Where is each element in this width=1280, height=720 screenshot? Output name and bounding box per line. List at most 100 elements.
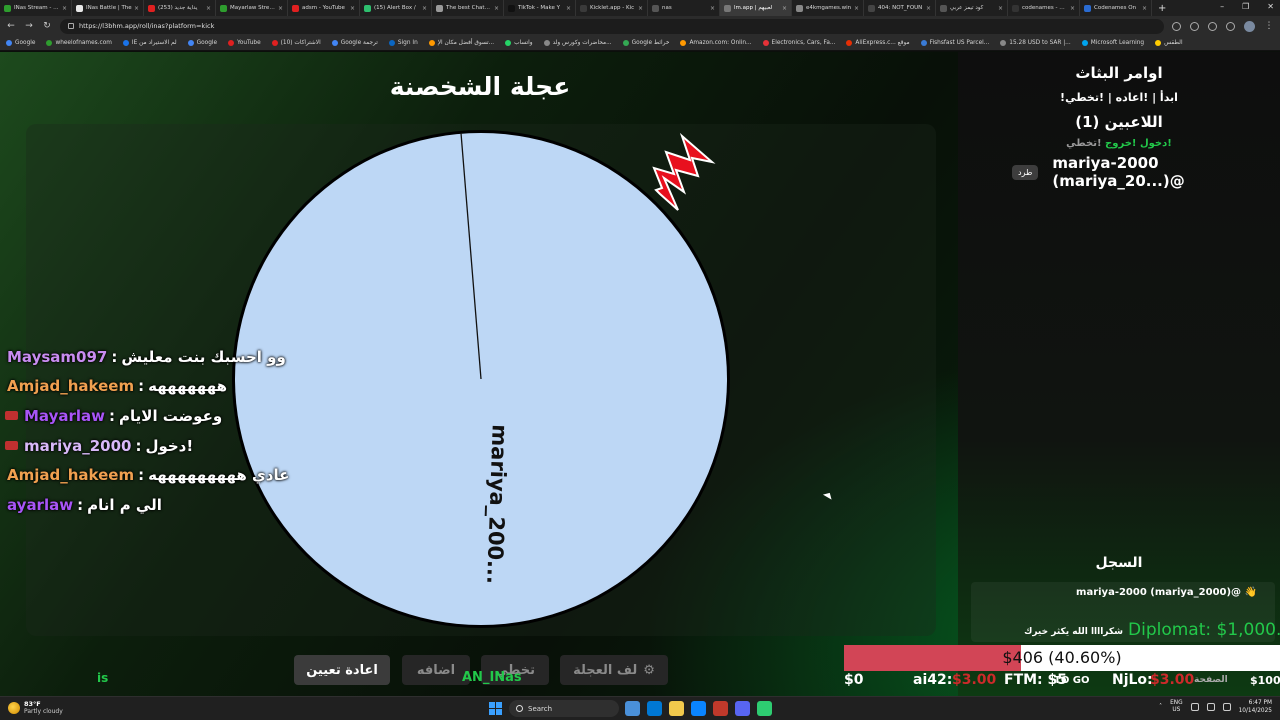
bookmark-favicon-icon xyxy=(187,40,194,46)
spin-button[interactable]: لف العجلة ⚙ xyxy=(560,655,668,685)
close-window-button[interactable]: ✕ xyxy=(1267,2,1274,11)
extensions-icon[interactable] xyxy=(1208,21,1217,31)
browser-tab[interactable]: Kicklet.app - Kic × xyxy=(576,0,648,16)
kick-button[interactable]: طرد xyxy=(1012,164,1039,180)
bookmark-favicon-icon xyxy=(46,40,53,46)
browser-tab[interactable]: Codenames On × xyxy=(1080,0,1152,16)
taskbar-app-icon[interactable] xyxy=(735,701,750,716)
input-language[interactable]: ENG US xyxy=(1170,700,1183,714)
bookmark-item[interactable]: Google xyxy=(6,40,35,46)
browser-tab[interactable]: كود تيمز عربي × xyxy=(936,0,1008,16)
bookmark-item[interactable]: Fishsfast US Parcel... xyxy=(920,40,989,46)
tab-close-icon[interactable]: × xyxy=(566,5,571,12)
profile-avatar[interactable] xyxy=(1244,20,1255,32)
add-button[interactable]: اضافه xyxy=(402,655,470,685)
taskbar-app-icon[interactable] xyxy=(647,701,662,716)
tab-close-icon[interactable]: × xyxy=(710,5,715,12)
bookmark-item[interactable]: IE لم الاستيراد من xyxy=(122,40,177,46)
taskbar-app-icon[interactable] xyxy=(713,701,728,716)
minimize-button[interactable]: – xyxy=(1220,2,1224,11)
bookmark-item[interactable]: Google xyxy=(187,40,217,46)
browser-tab[interactable]: Mayarlaw Stream × xyxy=(216,0,288,16)
taskbar-app-icon[interactable] xyxy=(625,701,640,716)
tab-close-icon[interactable]: × xyxy=(926,5,931,12)
volume-icon[interactable] xyxy=(1206,703,1215,711)
tab-close-icon[interactable]: × xyxy=(1142,5,1147,12)
bookmark-item[interactable]: 15.28 USD to SAR |... xyxy=(1000,40,1071,46)
wifi-icon[interactable] xyxy=(1190,703,1199,711)
windows-start-icon[interactable] xyxy=(489,702,502,715)
bookmark-item[interactable]: Google خرائط xyxy=(622,40,669,46)
browser-tab[interactable]: nas × xyxy=(648,0,720,16)
browser-tab[interactable]: (253) يداية جديد × xyxy=(144,0,216,16)
browser-tab[interactable]: The best Chatbot × xyxy=(432,0,504,16)
tab-close-icon[interactable]: × xyxy=(134,5,139,12)
browser-tab[interactable]: (15) Alert Box / × xyxy=(360,0,432,16)
bookmark-item[interactable]: محاضرات وكورس ولد... xyxy=(543,40,612,46)
forward-arrow-icon[interactable]: → xyxy=(24,21,34,31)
bookmark-favicon-icon xyxy=(762,40,769,46)
zoom-icon[interactable] xyxy=(1172,21,1181,31)
bookmark-item[interactable]: Google ترجمة xyxy=(331,40,378,46)
bookmark-star-icon[interactable] xyxy=(1190,21,1199,31)
browser-tab[interactable]: codenames - Sea × xyxy=(1008,0,1080,16)
tab-close-icon[interactable]: × xyxy=(854,5,859,12)
clock[interactable]: 6:47 PM 10/14/2025 xyxy=(1239,699,1272,715)
name-wheel[interactable]: mariya_200... xyxy=(228,124,738,634)
bookmark-item[interactable]: Amazon.com: Onlin... xyxy=(680,40,752,46)
donation-goal-bar: $406 (40.60%) xyxy=(844,645,1280,671)
site-info-icon[interactable] xyxy=(68,23,74,29)
bookmark-item[interactable]: الطقس xyxy=(1155,40,1183,46)
bookmark-item[interactable]: wheelofnames.com xyxy=(46,40,112,46)
tab-title: (253) يداية جديد xyxy=(158,5,198,11)
reload-icon[interactable]: ↻ xyxy=(42,21,52,31)
bookmark-item[interactable]: واتساب xyxy=(505,40,533,46)
new-tab-button[interactable]: + xyxy=(1158,3,1166,14)
browser-tab[interactable]: adsm - YouTube × xyxy=(288,0,360,16)
bookmark-item[interactable]: Sign In xyxy=(388,40,418,46)
chat-separator: : xyxy=(138,377,145,396)
bookmark-label: YouTube xyxy=(237,40,261,46)
taskbar-app-icon[interactable] xyxy=(669,701,684,716)
taskbar-app-icon[interactable] xyxy=(691,701,706,716)
back-arrow-icon[interactable]: ← xyxy=(6,21,16,31)
address-bar[interactable]: https://l3bhm.app/roll/inas?platform=kic… xyxy=(60,18,1164,34)
chevron-up-icon[interactable]: ˄ xyxy=(1159,704,1162,710)
reset-button[interactable]: اعادة تعيين xyxy=(294,655,390,685)
tab-favicon-icon xyxy=(580,4,587,12)
tab-favicon-icon xyxy=(796,4,803,12)
browser-tab[interactable]: 404: NOT_FOUN × xyxy=(864,0,936,16)
browser-tab[interactable]: e4kmgames.win × xyxy=(792,0,864,16)
taskbar-search[interactable]: Search xyxy=(509,700,619,717)
bookmark-item[interactable]: (10) الاشتراكات xyxy=(271,40,321,46)
bookmark-item[interactable]: تسوق أفضل مكان الإ... xyxy=(428,40,494,46)
tab-close-icon[interactable]: × xyxy=(206,5,211,12)
bookmark-item[interactable]: Electronics, Cars, Fa... xyxy=(762,40,835,46)
tab-close-icon[interactable]: × xyxy=(278,5,283,12)
tab-favicon-icon xyxy=(1012,4,1019,12)
bookmark-item[interactable]: AliExpress.c... موقع xyxy=(846,40,910,46)
tab-close-icon[interactable]: × xyxy=(638,5,643,12)
browser-tab[interactable]: TikTok - Make Y × xyxy=(504,0,576,16)
tab-close-icon[interactable]: × xyxy=(1070,5,1075,12)
taskbar-app-icon[interactable] xyxy=(757,701,772,716)
tab-favicon-icon xyxy=(220,4,227,12)
tab-close-icon[interactable]: × xyxy=(350,5,355,12)
tab-close-icon[interactable]: × xyxy=(494,5,499,12)
clock-date: 10/14/2025 xyxy=(1238,708,1272,714)
browser-tab[interactable]: INas Battle | The × xyxy=(72,0,144,16)
bookmark-item[interactable]: Microsoft Learning xyxy=(1081,40,1144,46)
browser-tab[interactable]: lm.app | لعبيهم × xyxy=(720,0,792,16)
battery-icon[interactable] xyxy=(1222,703,1231,711)
weather-widget[interactable]: 83°F Partly cloudy xyxy=(8,700,63,715)
menu-icon[interactable]: ⋮ xyxy=(1264,21,1274,31)
tab-close-icon[interactable]: × xyxy=(998,5,1003,12)
tab-close-icon[interactable]: × xyxy=(782,5,787,12)
bookmark-item[interactable]: YouTube xyxy=(228,40,261,46)
tab-close-icon[interactable]: × xyxy=(422,5,427,12)
downloads-icon[interactable] xyxy=(1226,21,1235,31)
tab-close-icon[interactable]: × xyxy=(62,5,67,12)
maximize-button[interactable]: ❐ xyxy=(1242,2,1249,11)
browser-tab[interactable]: INas Stream - Wh × xyxy=(0,0,72,16)
log-donation-message: شكراااا الله يكثر خيرك xyxy=(1024,627,1123,637)
